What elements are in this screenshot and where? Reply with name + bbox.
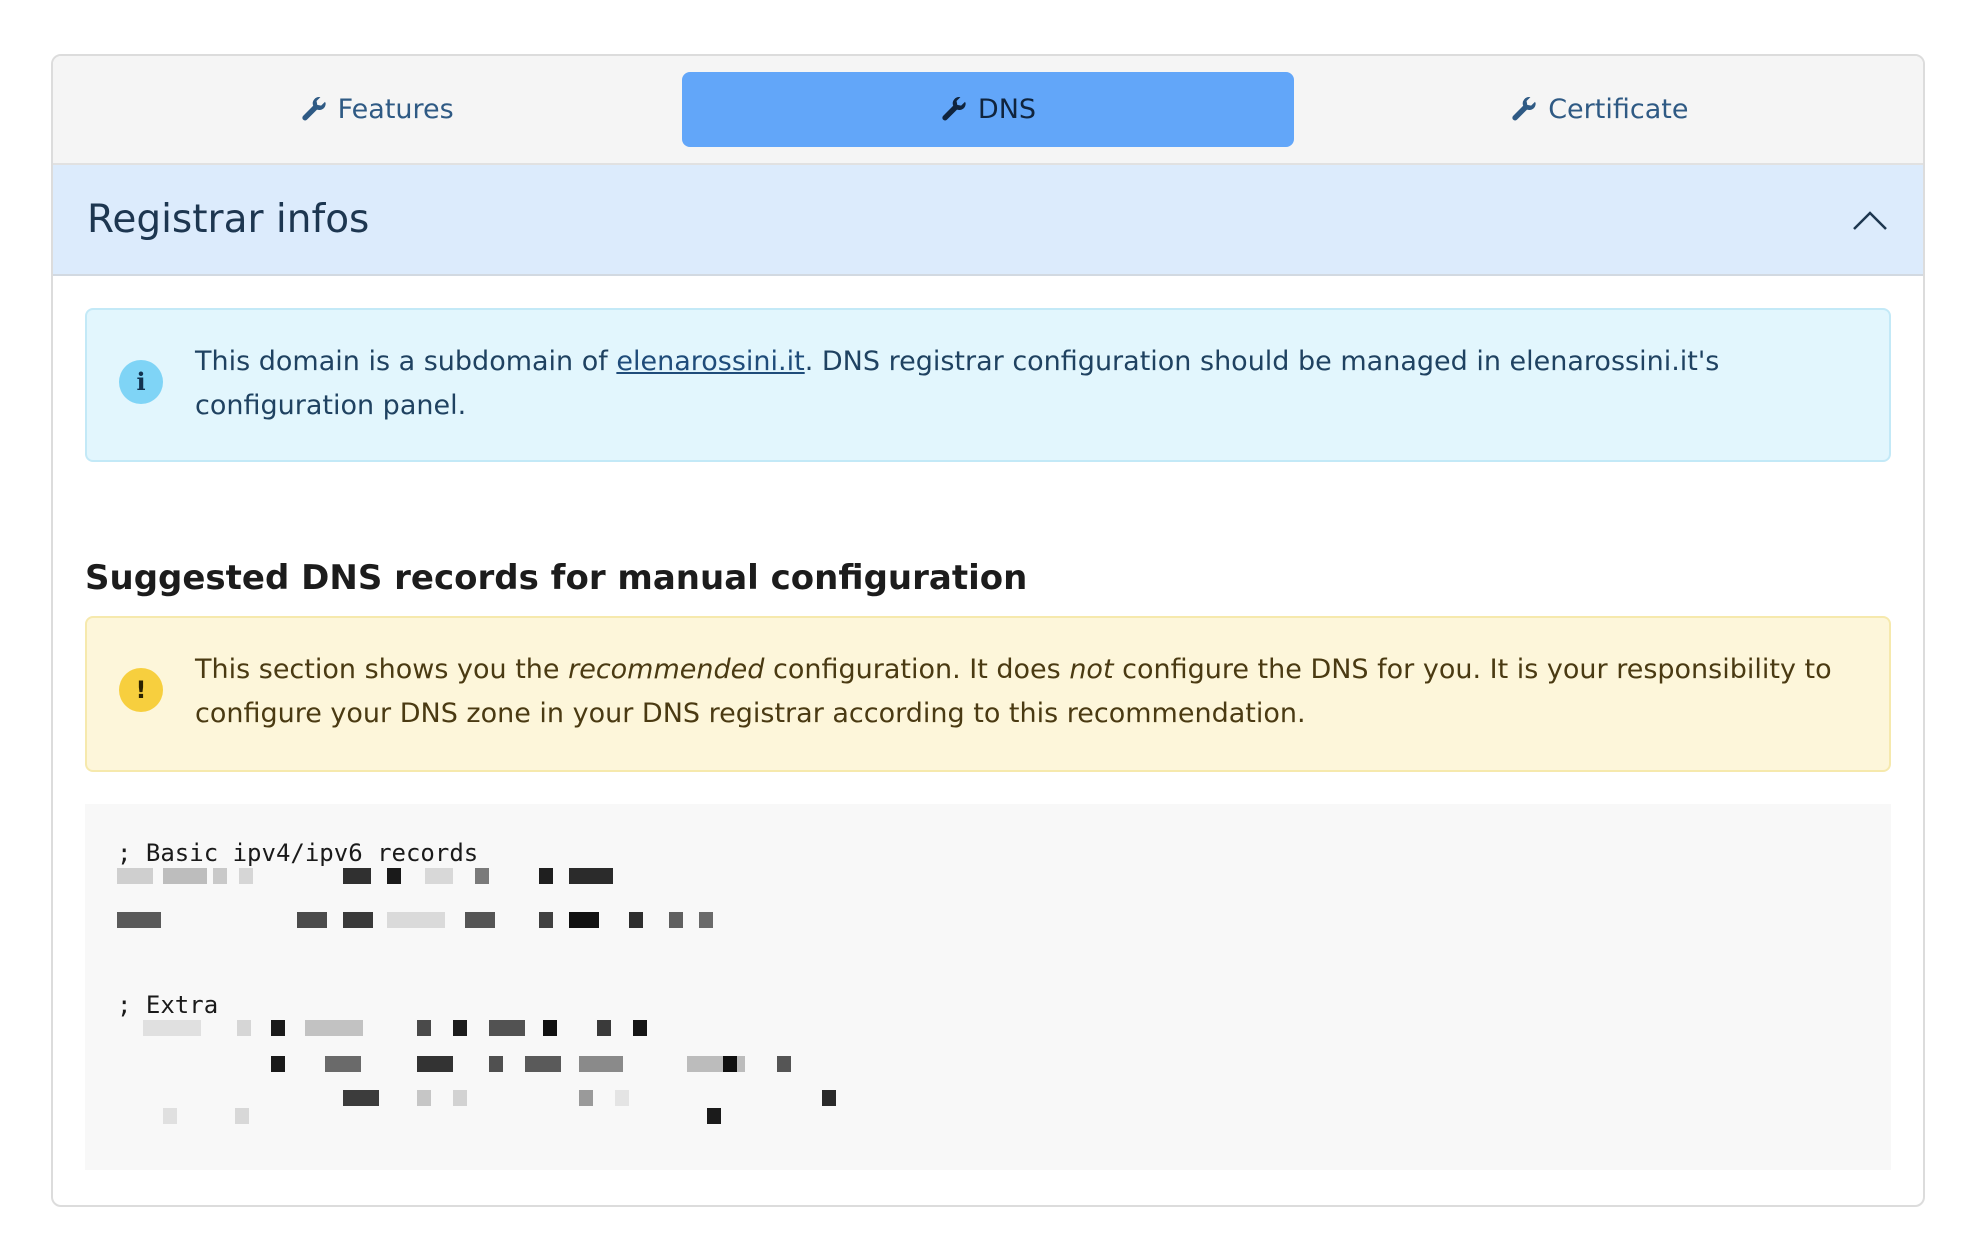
section-content: i This domain is a subdomain of elenaros… <box>53 276 1923 1170</box>
info-text-before: This domain is a subdomain of <box>195 346 617 377</box>
info-alert: i This domain is a subdomain of elenaros… <box>85 308 1891 462</box>
redacted-record-line <box>117 1020 1859 1050</box>
redacted-record-line <box>117 1090 1859 1124</box>
wrench-icon <box>300 96 338 124</box>
redacted-record-line <box>117 912 1859 942</box>
tab-features[interactable]: Features <box>71 72 682 147</box>
wrench-icon <box>1510 96 1548 124</box>
redacted-record-line <box>117 1056 1859 1086</box>
tab-dns-label: DNS <box>977 94 1037 125</box>
warning-text-1: This section shows you the <box>195 654 569 685</box>
code-comment-extra: ; Extra <box>117 991 219 1019</box>
tab-features-label: Features <box>337 94 454 125</box>
registrar-infos-header[interactable]: Registrar infos <box>53 165 1923 276</box>
domain-config-panel: Features DNS Certificate Registrar infos… <box>51 54 1925 1207</box>
warning-text-2: configuration. It does <box>764 654 1070 685</box>
tab-certificate[interactable]: Certificate <box>1294 72 1905 147</box>
chevron-up-icon[interactable] <box>1851 208 1889 232</box>
tab-certificate-label: Certificate <box>1548 94 1689 125</box>
parent-domain-link[interactable]: elenarossini.it <box>616 346 804 377</box>
wrench-icon <box>940 96 978 124</box>
warning-alert-text: This section shows you the recommended c… <box>195 648 1849 736</box>
info-icon: i <box>119 360 163 404</box>
dns-records-code-block: ; Basic ipv4/ipv6 records ; Extra <box>85 804 1891 1170</box>
warning-emphasis-recommended: recommended <box>568 654 765 685</box>
exclamation-icon: ! <box>119 668 163 712</box>
dns-records-heading: Suggested DNS records for manual configu… <box>85 558 1028 598</box>
warning-emphasis-not: not <box>1069 654 1114 685</box>
warning-alert: ! This section shows you the recommended… <box>85 616 1891 772</box>
info-alert-text: This domain is a subdomain of elenarossi… <box>195 340 1849 428</box>
tab-dns[interactable]: DNS <box>682 72 1294 147</box>
redacted-record-line <box>117 868 1859 898</box>
section-title: Registrar infos <box>87 197 370 242</box>
code-comment-basic: ; Basic ipv4/ipv6 records <box>117 839 479 867</box>
tab-bar: Features DNS Certificate <box>53 56 1923 165</box>
